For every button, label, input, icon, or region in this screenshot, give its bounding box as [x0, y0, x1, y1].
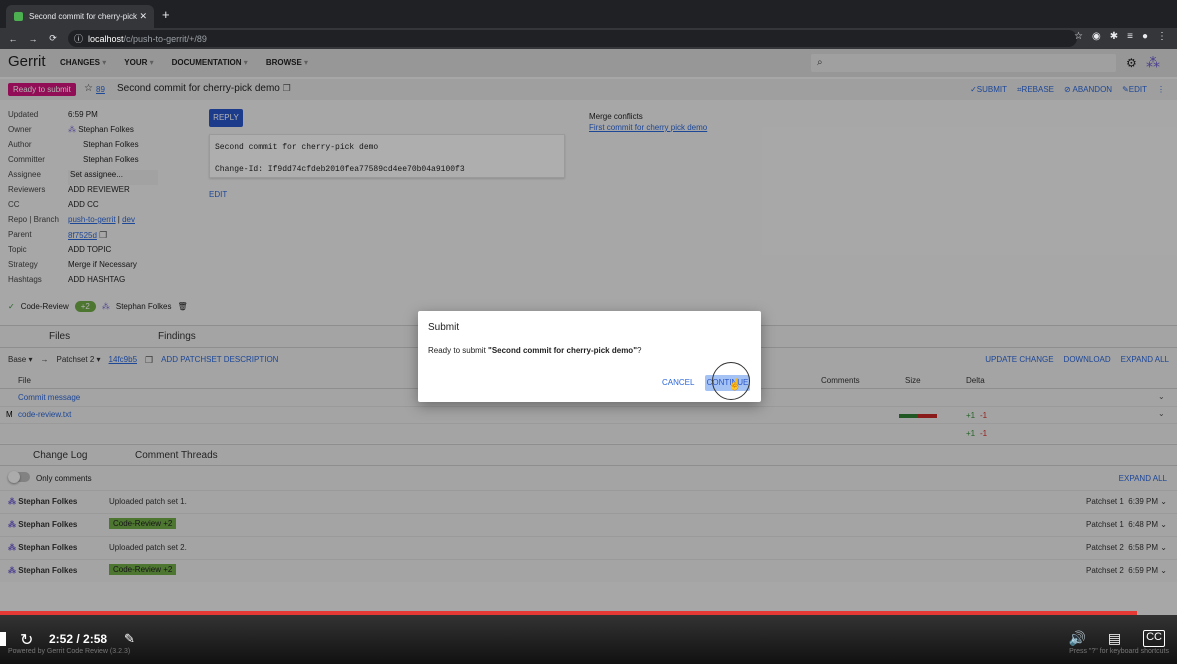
chapters-icon[interactable]: ✎ — [124, 631, 135, 647]
submit-dialog: Submit Ready to submit "Second commit fo… — [418, 311, 761, 402]
reload-icon[interactable]: ⟳ — [46, 33, 60, 44]
info-icon: ⓘ — [74, 34, 84, 44]
browser-tab-bar — [0, 0, 1177, 28]
puzzle-icon[interactable]: ✱ — [1110, 31, 1118, 42]
url-path: /c/push-to-gerrit/+/89 — [123, 33, 207, 44]
video-controls — [0, 615, 1177, 664]
footer-powered-by: Powered by Gerrit Code Review (3.2.3) — [8, 648, 131, 655]
bookmark-star-icon[interactable]: ☆ — [1074, 31, 1083, 42]
cancel-button[interactable]: CANCEL — [662, 378, 694, 387]
new-tab-icon[interactable]: + — [162, 8, 170, 21]
play-edge-icon — [0, 632, 6, 646]
video-time: 2:52 / 2:58 — [49, 632, 108, 646]
browser-tab[interactable]: Second commit for cherry-pick ✕ — [6, 5, 154, 28]
dialog-text-suffix: ? — [636, 346, 642, 355]
captions-icon[interactable]: CC — [1143, 630, 1165, 647]
url-host: localhost — [88, 33, 124, 44]
dialog-text-prefix: Ready to submit — [428, 346, 489, 355]
tab-title: Second commit for cherry-pick — [29, 12, 138, 21]
forward-icon[interactable]: → — [26, 34, 40, 44]
close-tab-icon[interactable]: ✕ — [139, 11, 147, 22]
replay-icon[interactable]: ↻ — [20, 630, 33, 650]
menu-icon[interactable]: ⋮ — [1157, 31, 1167, 42]
url-field[interactable]: ⓘ localhost /c/push-to-gerrit/+/89 — [68, 30, 1077, 47]
footer-shortcuts: Press "?" for keyboard shortcuts — [1069, 648, 1169, 655]
back-icon[interactable]: ← — [6, 34, 20, 44]
extension-icon[interactable]: ◉ — [1092, 31, 1101, 42]
media-icon[interactable]: ≡ — [1127, 31, 1133, 42]
volume-icon[interactable]: 🔊 — [1068, 630, 1085, 647]
favicon-icon — [14, 12, 23, 21]
dialog-title: Submit — [428, 322, 460, 333]
video-right-controls: 🔊 ▤ CC — [1068, 630, 1165, 647]
dialog-text: Ready to submit "Second commit for cherr… — [428, 346, 641, 355]
cursor-icon: ☝ — [728, 379, 742, 391]
dialog-text-subject: "Second commit for cherry-pick demo" — [488, 346, 637, 355]
browser-toolbar-icons: ☆ ◉ ✱ ≡ ● ⋮ — [1074, 31, 1167, 42]
transcript-icon[interactable]: ▤ — [1108, 630, 1121, 647]
profile-icon[interactable]: ● — [1142, 31, 1148, 42]
